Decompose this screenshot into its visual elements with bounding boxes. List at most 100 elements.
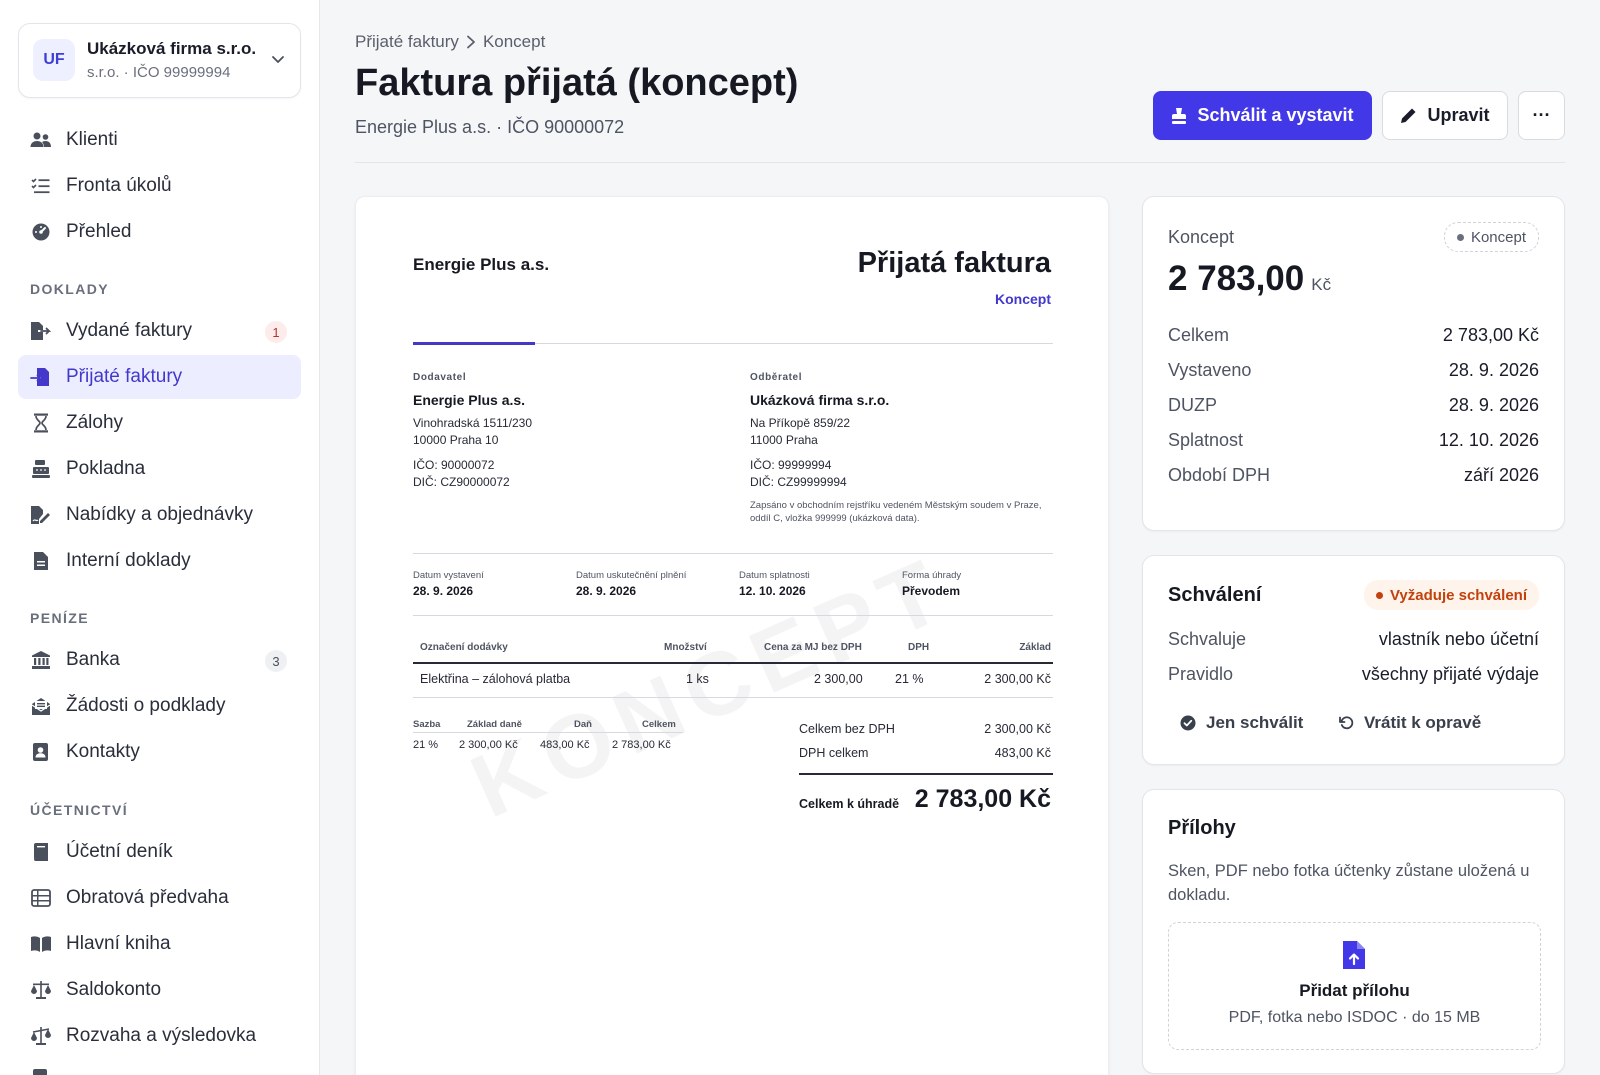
table-header: DPH	[908, 642, 930, 653]
more-actions-button[interactable]: ···	[1518, 91, 1565, 140]
sidebar-item-label: Pokladna	[66, 458, 146, 479]
vat-base: 2 300,00 Kč	[459, 739, 518, 751]
sidebar-item-kontakty[interactable]: Kontakty	[18, 730, 301, 774]
attachments-description: Sken, PDF nebo fotka účtenky zůstane ulo…	[1168, 862, 1530, 904]
sidebar: UF Ukázková firma s.r.o. s.r.o. · IČO 99…	[0, 0, 320, 1075]
return-for-fix-button[interactable]: Vrátit k opravě	[1338, 713, 1481, 733]
approval-row-value: vlastník nebo účetní	[1378, 629, 1539, 649]
summary-amount: 2 783,00 Kč	[1168, 259, 1331, 299]
sidebar-item-label: Přijaté faktury	[66, 366, 183, 387]
summary-row-label: Celkem	[1168, 325, 1230, 345]
vat-rate: 21 %	[413, 739, 439, 751]
approval-row-label: Pravidlo	[1168, 664, 1234, 684]
chevron-right-icon	[467, 35, 475, 49]
item-base: 2 300,00 Kč	[984, 672, 1051, 686]
hourglass-icon	[30, 412, 52, 434]
total-net-label: Celkem bez DPH	[799, 722, 895, 736]
vat-header: Sazba	[413, 719, 441, 730]
file-upload-icon	[1343, 941, 1365, 969]
sidebar-item-interni-doklady[interactable]: Interní doklady	[18, 539, 301, 583]
sidebar-item-banka[interactable]: Banka 3	[18, 638, 301, 682]
summary-row-label: Období DPH	[1168, 465, 1271, 485]
cash-register-icon	[30, 458, 52, 480]
divider	[413, 662, 1053, 664]
item-unit-price: 2 300,00	[814, 672, 863, 686]
table-header: Označení dodávky	[420, 642, 508, 653]
attachment-dropzone[interactable]: Přidat přílohu PDF, fotka nebo ISDOC · d…	[1168, 922, 1541, 1050]
approval-title: Schválení	[1168, 584, 1262, 606]
sidebar-item-label: Žádosti o podklady	[66, 695, 226, 716]
attachments-title: Přílohy	[1168, 817, 1236, 839]
bank-icon	[30, 649, 52, 671]
sidebar-item-rozvaha[interactable]: Rozvaha a výsledovka	[18, 1014, 301, 1058]
contact-book-icon	[30, 741, 52, 763]
supplier-name: Energie Plus a.s.	[413, 392, 526, 408]
draft-watermark: KONCEPT	[457, 538, 965, 840]
sidebar-item-prehled[interactable]: Přehled	[18, 210, 301, 254]
sidebar-item-zalohy[interactable]: Zálohy	[18, 401, 301, 445]
summary-amount-currency: Kč	[1311, 275, 1332, 294]
approve-and-issue-button[interactable]: Schválit a vystavit	[1153, 91, 1372, 140]
sidebar-item-fronta-ukolu[interactable]: Fronta úkolů	[18, 164, 301, 208]
invoice-doc-status: Koncept	[995, 291, 1051, 307]
total-due-value: 2 783,00 Kč	[914, 785, 1051, 813]
add-attachment-label: Přidat přílohu	[1299, 981, 1410, 1000]
users-icon	[30, 129, 52, 151]
attachment-hint: PDF, fotka nebo ISDOC · do 15 MB	[1228, 1009, 1481, 1026]
attachments-card: Přílohy Sken, PDF nebo fotka účtenky zůs…	[1142, 789, 1565, 1074]
invoice-preview: KONCEPT Energie Plus a.s. Přijatá faktur…	[355, 196, 1109, 1075]
payment-method-value: Převodem	[902, 584, 961, 598]
sidebar-item-label: Klienti	[66, 129, 118, 150]
vat-header: Daň	[574, 719, 592, 730]
sidebar-item-obratova-predvaha[interactable]: Obratová předvaha	[18, 876, 301, 920]
approval-card: Schválení Vyžaduje schválení Schvaluje v…	[1142, 555, 1565, 765]
sidebar-item-klienti[interactable]: Klienti	[18, 118, 301, 162]
summary-row-label: Vystaveno	[1168, 360, 1252, 380]
scale-balanced-icon	[30, 979, 52, 1001]
invoice-doc-title: Přijatá faktura	[857, 247, 1051, 279]
customer-registry-note: Zapsáno v obchodním rejstříku vedeném Mě…	[750, 500, 1042, 524]
sidebar-item-ucetni-denik[interactable]: Účetní deník	[18, 830, 301, 874]
vat-total: 2 783,00 Kč	[612, 739, 671, 751]
breadcrumb: Přijaté faktury Koncept	[355, 32, 545, 52]
supplier-street: Vinohradská 1511/230	[413, 416, 532, 430]
edit-button[interactable]: Upravit	[1382, 91, 1508, 140]
item-qty: 1 ks	[686, 672, 709, 686]
sidebar-item-label: Banka	[66, 649, 120, 670]
notification-badge: 3	[265, 650, 287, 672]
sidebar-item-label: Fronta úkolů	[66, 175, 172, 196]
payment-method-label: Forma úhrady	[902, 570, 962, 581]
approve-button-label: Schválit a vystavit	[1197, 105, 1354, 125]
file-signature-icon	[30, 504, 52, 526]
sidebar-item-hlavni-kniha[interactable]: Hlavní kniha	[18, 922, 301, 966]
summary-row-value: 28. 9. 2026	[1448, 395, 1539, 415]
warning-dot-icon	[1375, 591, 1383, 599]
sidebar-item-saldokonto[interactable]: Saldokonto	[18, 968, 301, 1012]
sidebar-item-label: Saldokonto	[66, 979, 162, 1000]
approve-only-label: Jen schválit	[1206, 713, 1304, 732]
scale-unbalanced-icon	[30, 1025, 52, 1047]
sidebar-item-prijate-faktury[interactable]: Přijaté faktury	[18, 355, 301, 399]
sidebar-item-label: Obratová předvaha	[66, 887, 229, 908]
dashboard-gauge-icon	[30, 221, 52, 243]
approve-only-button[interactable]: Jen schválit	[1180, 713, 1303, 733]
file-export-icon	[30, 320, 52, 342]
due-date-value: 12. 10. 2026	[739, 584, 806, 598]
divider	[799, 773, 1053, 775]
divider	[413, 553, 1053, 554]
sidebar-item-nabidky[interactable]: Nabídky a objednávky	[18, 493, 301, 537]
customer-label: Odběratel	[750, 372, 803, 383]
sidebar-item-pokladna[interactable]: Pokladna	[18, 447, 301, 491]
customer-name: Ukázková firma s.r.o.	[750, 392, 890, 408]
due-date-label: Datum splatnosti	[739, 570, 810, 581]
sidebar-item-vydane-faktury[interactable]: Vydané faktury 1	[18, 309, 301, 353]
company-name: Ukázková firma s.r.o.	[87, 39, 257, 58]
sidebar-item-zadosti[interactable]: Žádosti o podklady	[18, 684, 301, 728]
company-switcher[interactable]: UF Ukázková firma s.r.o. s.r.o. · IČO 99…	[18, 23, 301, 98]
vat-header: Celkem	[642, 719, 676, 730]
divider	[413, 615, 1053, 616]
taxable-date-label: Datum uskutečnění plnění	[576, 570, 687, 581]
breadcrumb-current: Koncept	[482, 32, 546, 51]
supplier-ico: IČO: 90000072	[413, 458, 495, 472]
breadcrumb-link[interactable]: Přijaté faktury	[355, 32, 459, 52]
